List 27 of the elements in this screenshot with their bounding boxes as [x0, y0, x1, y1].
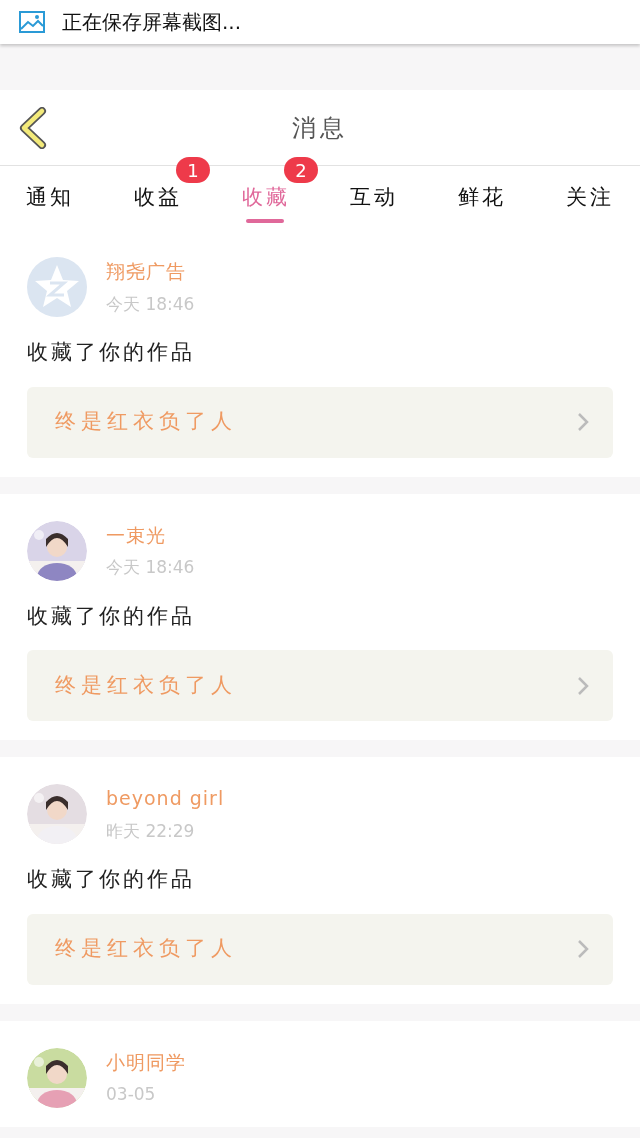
badge: 1	[176, 157, 210, 183]
user-name[interactable]: 小明同学	[106, 1047, 186, 1076]
tab[interactable]: 互动	[350, 173, 398, 223]
saving-screenshot-text: 正在保存屏幕截图...	[62, 9, 242, 36]
chevron-right-icon	[577, 939, 589, 959]
user-name[interactable]: beyond girl	[106, 784, 225, 813]
message-text: 收藏了你的作品	[27, 602, 196, 630]
work-link[interactable]: 终是红衣负了人	[27, 650, 613, 721]
message-text: 收藏了你的作品	[27, 866, 196, 893]
chevron-right-icon	[577, 675, 589, 696]
message-text: 收藏了你的作品	[27, 339, 196, 366]
work-link[interactable]: 终是红衣负了人	[27, 386, 613, 458]
tab-indicator	[246, 219, 284, 223]
back-icon	[18, 107, 48, 149]
page-title: 消息	[292, 112, 348, 144]
work-title: 终是红衣负了人	[55, 935, 237, 963]
tab[interactable]: 鲜花	[458, 173, 506, 223]
tab[interactable]: 通知	[26, 173, 74, 223]
chevron-right-icon	[577, 412, 589, 432]
tab[interactable]: 关注	[566, 173, 614, 223]
image-icon	[18, 10, 46, 34]
work-title: 终是红衣负了人	[55, 408, 237, 436]
user-name[interactable]: 翔尧广告	[106, 257, 195, 286]
work-title: 终是红衣负了人	[55, 671, 237, 699]
work-link[interactable]: 终是红衣负了人	[27, 913, 613, 985]
badge: 2	[284, 157, 318, 183]
user-name[interactable]: 一束光	[106, 520, 195, 549]
